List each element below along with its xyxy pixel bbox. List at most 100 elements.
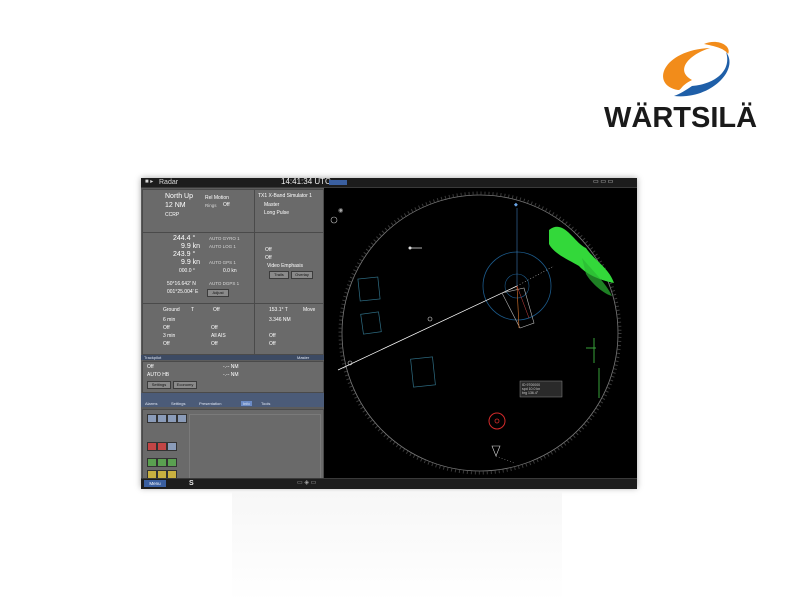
transceiver-value[interactable]: TX1 X-Band Simulator 1 (258, 193, 312, 199)
tool-button-green-1[interactable] (147, 458, 157, 467)
display-panel: North Up Rel Motion 12 NM Rings Off CCRP (142, 189, 255, 233)
orientation-value[interactable]: North Up (165, 193, 193, 201)
trails-off-3[interactable]: Off (163, 341, 170, 347)
radar-ppi[interactable]: ◉ ◆ (324, 188, 637, 478)
range-value[interactable]: 12 NM (165, 202, 186, 210)
rings-label: Rings (205, 203, 217, 208)
trackpilot-label: Trackpilot (144, 355, 162, 360)
sog-value: 9.9 kn (181, 259, 201, 266)
title-bar: ■ ▸ Radar 14:41:34 UTC ▭ ▭ ▭ (141, 177, 637, 188)
target-info-line-3: brg 136.4° (522, 391, 539, 395)
control-panel: North Up Rel Motion 12 NM Rings Off CCRP… (141, 188, 324, 488)
cursor-off-3[interactable]: Off (269, 341, 276, 347)
set-value: 000.0 ° (179, 268, 195, 274)
video-panel: Off Off Video Emphasis Trails Overlay (254, 232, 324, 304)
trails-ground[interactable]: Ground (163, 307, 180, 313)
tool-button-1[interactable] (147, 414, 157, 423)
trackpilot-dist-1: -.-- NM (223, 364, 239, 370)
tool-button-3[interactable] (167, 414, 177, 423)
navigation-panel: 244.4 ° AUTO GYRO 1 9.9 kn AUTO LOG 1 24… (142, 232, 255, 304)
heading-source[interactable]: AUTO GYRO 1 (209, 236, 240, 242)
trails-time-2[interactable]: 3 min (163, 333, 175, 339)
trails-button[interactable]: Trails (269, 271, 289, 279)
tab-info[interactable]: Info (241, 401, 252, 406)
trails-panel: Ground T Off 6 min Off 3 min Off Off All… (142, 303, 255, 355)
speed-source[interactable]: AUTO LOG 1 (209, 244, 236, 250)
position-source[interactable]: AUTO DGPS 1 (209, 281, 239, 287)
app-title: Radar (159, 179, 179, 186)
reflection (232, 492, 562, 602)
s-button[interactable]: S (189, 479, 194, 488)
tab-tools[interactable]: Tools (261, 401, 270, 406)
window-controls-icon[interactable]: ▭ ▭ ▭ (593, 178, 613, 187)
video-emphasis-label[interactable]: Video Emphasis (267, 263, 303, 269)
cursor-off-2[interactable]: Off (269, 333, 276, 339)
stab-value[interactable]: CCRP (165, 212, 179, 218)
utc-clock: 14:41:34 UTC (281, 177, 331, 186)
status-icons: ▭ ◈ ▭ (297, 480, 317, 486)
land-echo (549, 226, 614, 283)
trackpilot-settings-button[interactable]: Settings (147, 381, 171, 389)
cog-value: 243.9 ° (173, 251, 196, 258)
trails-off[interactable]: Off (213, 307, 220, 313)
vessel-icon[interactable] (427, 316, 433, 322)
tool-button-2[interactable] (157, 414, 167, 423)
trails-time-1[interactable]: 6 min (163, 317, 175, 323)
motion-value[interactable]: Rel Motion (205, 195, 229, 201)
tab-alarms[interactable]: Alarms (145, 401, 157, 406)
adjust-button[interactable]: Adjust (207, 289, 229, 297)
tool-button-green-2[interactable] (157, 458, 167, 467)
drift-value: 0.0 kn (223, 268, 237, 274)
trackpilot-master[interactable]: Master (297, 355, 309, 360)
tools-panel (142, 409, 324, 487)
speed-value: 9.9 kn (181, 243, 201, 250)
tab-presentation[interactable]: Presentation (199, 401, 221, 406)
tool-button-red-2[interactable] (157, 442, 167, 451)
heading-value: 244.4 ° (173, 235, 196, 242)
sog-source[interactable]: AUTO GPS 1 (209, 260, 236, 266)
radar-icon[interactable] (330, 216, 338, 224)
trackpilot-header: Trackpilot Master (141, 355, 324, 360)
video-off-1[interactable]: Off (265, 247, 272, 253)
target-info-box: ID 9700000 spd 10.0 kn brg 136.4° (522, 383, 540, 395)
latitude-value: 50°16.642' N (167, 281, 196, 287)
trackpilot-economy-button[interactable]: Economy (173, 381, 197, 389)
tool-button-5[interactable] (167, 442, 177, 451)
cursor-off-1[interactable]: Off (211, 325, 218, 331)
menu-icon[interactable]: ■ ▸ (145, 178, 153, 187)
svg-text:◉: ◉ (338, 207, 343, 214)
tool-button-4[interactable] (177, 414, 187, 423)
trails-time-3[interactable]: Off (211, 341, 218, 347)
radar-screenshot: ■ ▸ Radar 14:41:34 UTC ▭ ▭ ▭ North Up Re… (141, 177, 637, 489)
tools-list-area (189, 414, 321, 484)
transceiver-panel: TX1 X-Band Simulator 1 Master Long Pulse (254, 189, 324, 233)
target-icon[interactable] (488, 412, 506, 430)
master-label[interactable]: Master (264, 202, 279, 208)
cursor-range: 3.346 NM (269, 317, 291, 323)
trails-ground-mode[interactable]: T (191, 307, 194, 313)
longitude-value: 001°25.004' E (167, 289, 199, 295)
trackpilot-off[interactable]: Off (147, 364, 154, 370)
brand-wordmark: WÄRTSILÄ (604, 102, 758, 134)
trackpilot-panel: Off AUTO HB -.-- NM -.-- NM Settings Eco… (142, 361, 324, 393)
overlay-button[interactable]: Overlay (291, 271, 313, 279)
tool-button-green-3[interactable] (167, 458, 177, 467)
radar-display[interactable]: ◉ ◆ ID 9700000 spd 10.0 kn brg 136.4° (324, 188, 637, 478)
trails-off-2[interactable]: Off (163, 325, 170, 331)
menu-button[interactable]: Menu (144, 480, 166, 487)
swirl-icon (663, 41, 730, 97)
video-off-2[interactable]: Off (265, 255, 272, 261)
status-indicator (329, 180, 347, 185)
svg-text:◆: ◆ (514, 202, 518, 208)
trackpilot-dist-2: -.-- NM (223, 372, 239, 378)
cursor-panel: 153.1° T Move 3.346 NM Off Off (254, 303, 324, 355)
tab-settings[interactable]: Settings (171, 401, 185, 406)
long-pulse-label[interactable]: Long Pulse (264, 210, 289, 216)
cursor-mode[interactable]: Move (303, 307, 315, 313)
bottom-bar: Menu S ▭ ◈ ▭ (141, 478, 637, 489)
cursor-bearing: 153.1° T (269, 307, 288, 313)
cursor-all-ais[interactable]: All AIS (211, 333, 226, 339)
rings-value[interactable]: Off (223, 202, 230, 208)
trackpilot-auto[interactable]: AUTO HB (147, 372, 169, 378)
tool-button-red-1[interactable] (147, 442, 157, 451)
